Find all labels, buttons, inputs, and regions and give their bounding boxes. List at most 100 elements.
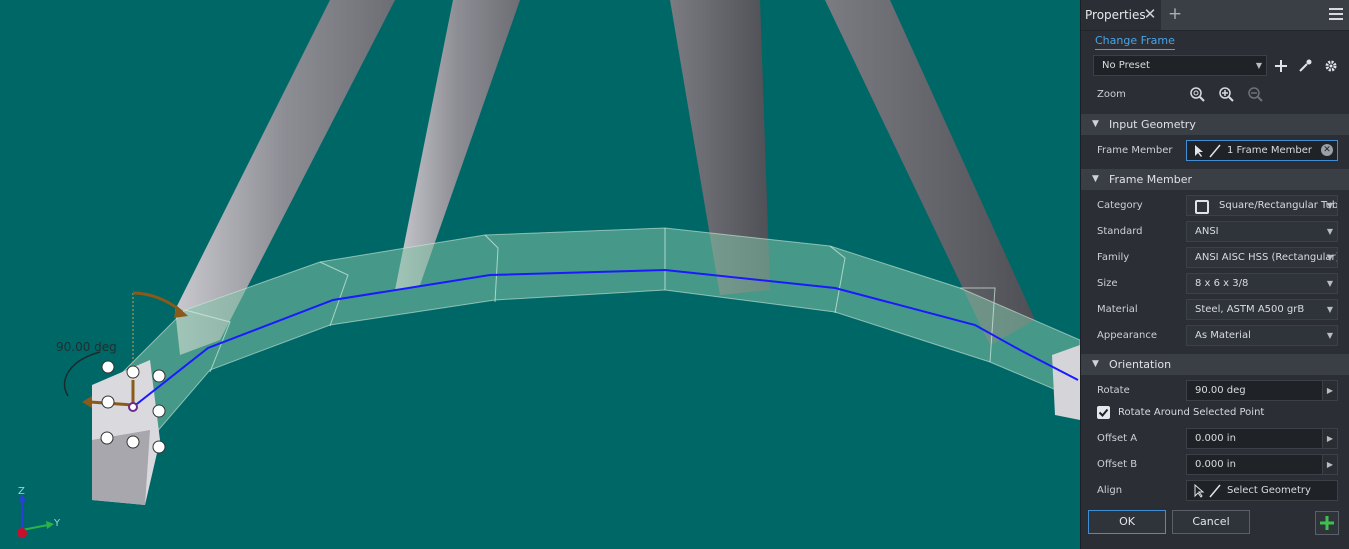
axis-z-label: Z — [18, 486, 25, 497]
appearance-label: Appearance — [1097, 330, 1158, 341]
size-row: Size 8 x 6 x 3/8 ▼ — [1081, 273, 1349, 295]
rotate-point-checkbox[interactable] — [1097, 406, 1110, 419]
tube-profile-icon — [1195, 200, 1209, 214]
size-value: 8 x 6 x 3/8 — [1195, 278, 1249, 289]
standard-value: ANSI — [1195, 226, 1219, 237]
zoom-row: Zoom — [1081, 84, 1349, 106]
tab-title: Properties — [1085, 8, 1146, 22]
offset-b-input[interactable]: 0.000 in ▶ — [1186, 454, 1338, 475]
cursor-icon — [1195, 145, 1203, 157]
collapse-icon: ▼ — [1092, 174, 1099, 184]
3d-viewport[interactable]: 90.00 deg Z Y — [0, 0, 1080, 549]
eyedropper-icon[interactable] — [1297, 58, 1313, 74]
add-tab-icon[interactable]: + — [1167, 6, 1183, 23]
standard-dropdown[interactable]: ANSI ▼ — [1186, 221, 1338, 242]
frame-member-label: Frame Member — [1097, 145, 1173, 156]
offset-b-label: Offset B — [1097, 459, 1138, 470]
align-label: Align — [1097, 485, 1123, 496]
category-value: Square/Rectangular Tub — [1219, 200, 1338, 211]
frame-member-selector[interactable]: 1 Frame Member ✕ — [1186, 140, 1338, 161]
standard-label: Standard — [1097, 226, 1143, 237]
model-scene[interactable] — [0, 0, 1080, 549]
properties-panel: Properties ✕ + Change Frame No Preset ▼ … — [1080, 0, 1349, 549]
menu-icon[interactable] — [1329, 8, 1343, 20]
offset-a-label: Offset A — [1097, 433, 1138, 444]
zoom-out-icon[interactable] — [1247, 86, 1263, 102]
line-icon — [1209, 144, 1221, 158]
size-dropdown[interactable]: 8 x 6 x 3/8 ▼ — [1186, 273, 1338, 294]
offset-b-row: Offset B 0.000 in ▶ — [1081, 454, 1349, 476]
rotate-row: Rotate 90.00 deg ▶ — [1081, 380, 1349, 402]
chevron-right-icon[interactable]: ▶ — [1322, 429, 1337, 448]
offset-a-row: Offset A 0.000 in ▶ — [1081, 428, 1349, 450]
zoom-all-icon[interactable] — [1189, 86, 1205, 102]
change-frame-link[interactable]: Change Frame — [1095, 34, 1175, 50]
add-preset-icon[interactable] — [1273, 58, 1289, 74]
chevron-down-icon: ▼ — [1255, 61, 1262, 70]
offset-a-value: 0.000 in — [1195, 433, 1236, 444]
close-icon[interactable]: ✕ — [1143, 7, 1157, 22]
right-end-block — [1052, 345, 1080, 420]
align-selector[interactable]: Select Geometry — [1186, 480, 1338, 501]
category-dropdown[interactable]: Square/Rectangular Tub ▼ — [1186, 195, 1338, 216]
frame-member-value: 1 Frame Member — [1227, 145, 1313, 156]
category-row: Category Square/Rectangular Tub ▼ — [1081, 195, 1349, 217]
collapse-icon: ▼ — [1092, 359, 1099, 369]
rotate-input[interactable]: 90.00 deg ▶ — [1186, 380, 1338, 401]
section-title: Frame Member — [1109, 173, 1193, 186]
line-icon — [1209, 484, 1221, 498]
family-dropdown[interactable]: ANSI AISC HSS (Rectangular) - ▼ — [1186, 247, 1338, 268]
chevron-down-icon: ▼ — [1326, 253, 1333, 262]
panel-tabbar: Properties ✕ + — [1081, 0, 1349, 31]
rotate-label: Rotate — [1097, 385, 1130, 396]
material-dropdown[interactable]: Steel, ASTM A500 grB ▼ — [1186, 299, 1338, 320]
family-value: ANSI AISC HSS (Rectangular) - — [1195, 252, 1338, 263]
offset-a-input[interactable]: 0.000 in ▶ — [1186, 428, 1338, 449]
plus-icon — [1320, 516, 1334, 530]
section-title: Input Geometry — [1109, 118, 1196, 131]
chevron-down-icon: ▼ — [1326, 305, 1333, 314]
section-title: Orientation — [1109, 358, 1172, 371]
cursor-icon — [1194, 484, 1205, 498]
align-row: Align Select Geometry — [1081, 480, 1349, 502]
section-frame-member[interactable]: ▼ Frame Member — [1081, 169, 1349, 190]
frame-member-input-row: Frame Member 1 Frame Member ✕ — [1081, 140, 1349, 162]
chevron-down-icon: ▼ — [1326, 331, 1333, 340]
ok-button[interactable]: OK — [1088, 510, 1166, 534]
appearance-dropdown[interactable]: As Material ▼ — [1186, 325, 1338, 346]
family-label: Family — [1097, 252, 1130, 263]
align-value: Select Geometry — [1227, 485, 1311, 496]
axis-y-label: Y — [54, 518, 61, 529]
preset-value: No Preset — [1102, 60, 1150, 71]
frame-end-shadow — [92, 430, 150, 505]
category-label: Category — [1097, 200, 1143, 211]
appearance-row: Appearance As Material ▼ — [1081, 325, 1349, 347]
zoom-in-icon[interactable] — [1218, 86, 1234, 102]
rotate-value: 90.00 deg — [1195, 385, 1246, 396]
apply-add-button[interactable] — [1315, 511, 1339, 535]
section-orientation[interactable]: ▼ Orientation — [1081, 354, 1349, 375]
axis-triad — [17, 494, 54, 538]
material-value: Steel, ASTM A500 grB — [1195, 304, 1305, 315]
gear-icon[interactable] — [1323, 58, 1339, 74]
material-label: Material — [1097, 304, 1138, 315]
zoom-label: Zoom — [1097, 89, 1126, 100]
section-input-geometry[interactable]: ▼ Input Geometry — [1081, 114, 1349, 135]
rotate-angle-label: 90.00 deg — [56, 340, 117, 354]
size-label: Size — [1097, 278, 1118, 289]
chevron-down-icon: ▼ — [1326, 227, 1333, 236]
chevron-down-icon: ▼ — [1326, 279, 1333, 288]
clear-icon[interactable]: ✕ — [1321, 144, 1333, 156]
family-row: Family ANSI AISC HSS (Rectangular) - ▼ — [1081, 247, 1349, 269]
cancel-button[interactable]: Cancel — [1172, 510, 1250, 534]
offset-b-value: 0.000 in — [1195, 459, 1236, 470]
checkmark-icon — [1098, 408, 1109, 417]
collapse-icon: ▼ — [1092, 119, 1099, 129]
chevron-right-icon[interactable]: ▶ — [1322, 381, 1337, 400]
standard-row: Standard ANSI ▼ — [1081, 221, 1349, 243]
chevron-right-icon[interactable]: ▶ — [1322, 455, 1337, 474]
appearance-value: As Material — [1195, 330, 1251, 341]
preset-dropdown[interactable]: No Preset ▼ — [1093, 55, 1267, 76]
rotate-point-label: Rotate Around Selected Point — [1118, 407, 1265, 418]
chevron-down-icon: ▼ — [1326, 201, 1333, 210]
